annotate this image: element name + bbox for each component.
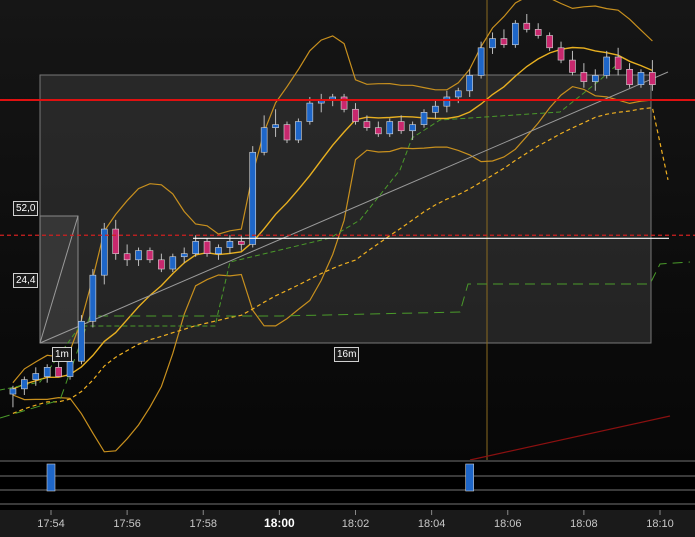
candle	[534, 23, 542, 39]
candle	[249, 146, 257, 248]
x-tick-label: 18:10	[646, 518, 674, 530]
measure-box	[39, 74, 652, 344]
candle	[500, 29, 508, 48]
candle-body	[123, 253, 131, 261]
candle	[557, 41, 565, 64]
candle-body	[409, 124, 416, 132]
x-tick-label: 17:58	[189, 518, 217, 530]
candle-body	[146, 250, 154, 261]
candle-body	[169, 256, 177, 270]
candle-body	[614, 56, 622, 70]
candle	[89, 269, 97, 328]
candle-body	[295, 121, 302, 141]
candle-body	[637, 72, 645, 85]
candle-body	[523, 22, 531, 30]
candle-body	[557, 47, 565, 61]
time-axis: 17:54 17:56 17:58 18:00 18:02 18:04 18:06 18:08…	[0, 510, 695, 537]
x-tick-label: 18:00	[264, 516, 295, 530]
interval-width-label: 16m	[334, 347, 360, 362]
candle-body	[112, 228, 120, 254]
candle-body	[283, 124, 291, 141]
candle	[546, 32, 553, 51]
candle-body	[100, 228, 108, 276]
candle-body	[55, 367, 62, 377]
candle-body	[78, 320, 85, 362]
candle-body	[443, 96, 451, 107]
candle-body	[238, 241, 245, 245]
x-tick-label: 17:54	[37, 518, 65, 530]
volume-panel	[0, 460, 695, 510]
candle-body	[626, 69, 633, 85]
candle	[614, 47, 622, 76]
interval-start-label: 1m	[52, 347, 72, 362]
candle-body	[454, 90, 462, 98]
candle	[569, 50, 576, 76]
candle-body	[306, 102, 314, 122]
candle-body	[500, 38, 508, 46]
candle-body	[21, 379, 28, 390]
candle-body	[420, 112, 428, 125]
candle-body	[375, 127, 382, 135]
x-tick-label: 18:02	[342, 518, 370, 530]
candle-body	[249, 151, 257, 245]
candle-body	[386, 121, 394, 135]
candle-body	[352, 108, 359, 122]
candle-body	[534, 29, 542, 36]
candle-body	[591, 75, 599, 82]
candle	[100, 222, 108, 285]
candle-body	[66, 360, 74, 377]
candle-body	[260, 127, 268, 153]
x-tick-label: 18:08	[570, 518, 598, 530]
candle	[512, 20, 519, 48]
candle-body	[226, 241, 234, 248]
candle	[477, 41, 485, 79]
candle-body	[432, 105, 439, 113]
candle-body	[580, 72, 588, 82]
candle-body	[546, 35, 553, 49]
candle-body	[135, 250, 142, 261]
volume-layer	[0, 460, 695, 510]
candle-body	[43, 367, 51, 377]
candle-body	[569, 59, 576, 73]
price-label-b: 24,4	[13, 273, 39, 288]
x-tick-label: 17:56	[113, 518, 141, 530]
candle-body	[649, 72, 656, 85]
price-label-a: 52,0	[13, 201, 39, 216]
candle-body	[340, 96, 348, 110]
candle-body	[203, 241, 211, 254]
candle	[489, 32, 496, 54]
candle-body	[477, 47, 485, 76]
candle	[21, 376, 28, 395]
candle	[523, 14, 531, 33]
candle	[603, 50, 611, 79]
candle-body	[363, 121, 371, 128]
candle-body	[9, 388, 17, 395]
candle	[295, 118, 302, 144]
candle-body	[192, 241, 199, 254]
candle-body	[397, 121, 405, 132]
candle-body	[466, 75, 473, 92]
candle-body	[603, 56, 611, 76]
volume-bar	[465, 463, 474, 492]
x-tick-label: 18:04	[418, 518, 446, 530]
candle-body	[489, 38, 496, 49]
candle-body	[272, 124, 279, 128]
candle	[78, 315, 85, 365]
candle	[9, 385, 17, 408]
red-slope-line	[469, 415, 671, 461]
candle	[43, 364, 51, 383]
candle	[283, 121, 291, 144]
candle-body	[89, 274, 97, 322]
price-chart[interactable]: 17:54 17:56 17:58 18:00 18:02 18:04 18:06 18:08…	[0, 0, 695, 537]
candle-body	[158, 259, 165, 270]
candle-body	[32, 373, 40, 380]
candle-body	[512, 22, 519, 46]
chart-stage: 17:54 17:56 17:58 18:00 18:02 18:04 18:06 18:08…	[0, 0, 695, 537]
candle-body	[215, 247, 222, 254]
volume-bar	[46, 463, 56, 492]
x-tick-label: 18:06	[494, 518, 522, 530]
candle	[626, 63, 633, 88]
candle-body	[180, 253, 188, 258]
